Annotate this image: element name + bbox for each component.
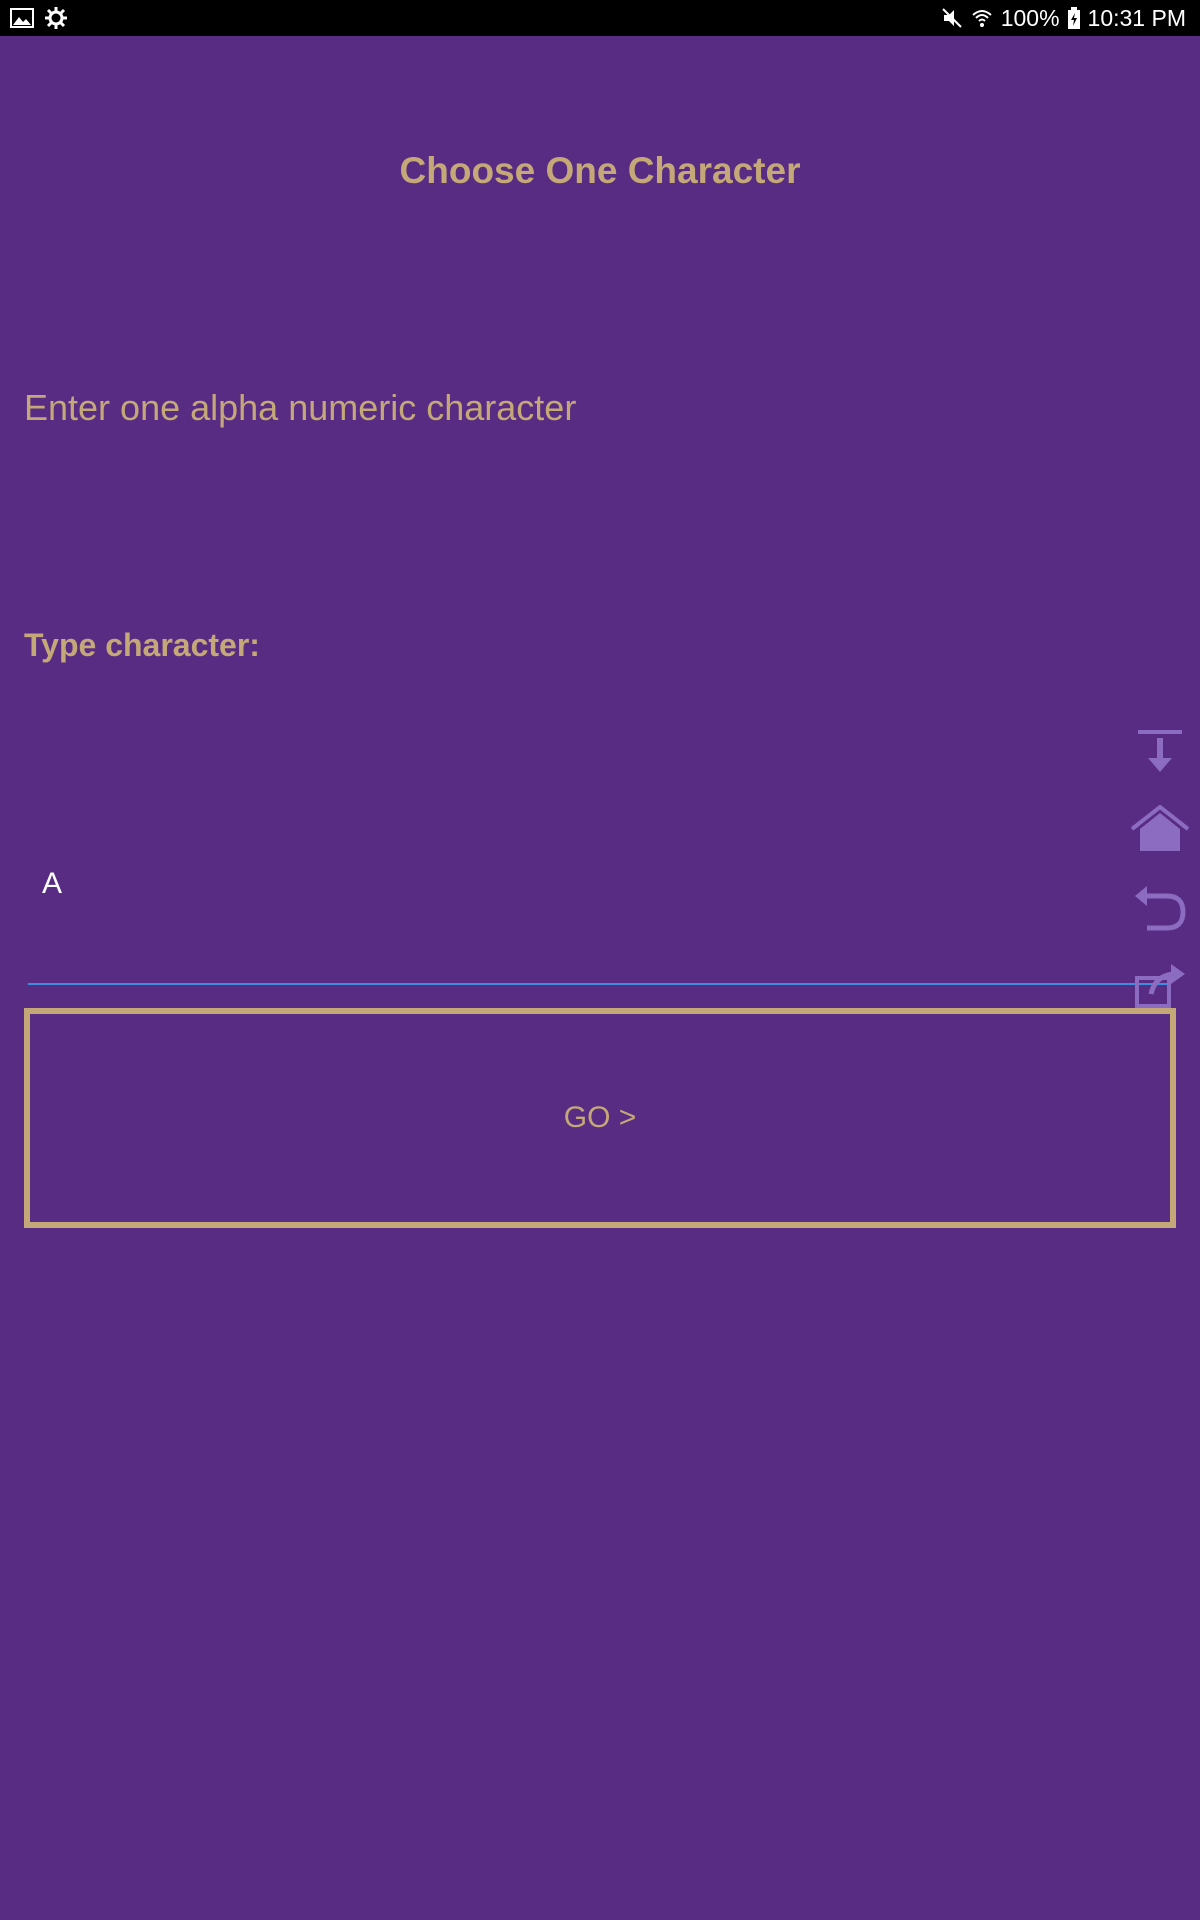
- download-icon[interactable]: [1128, 724, 1192, 780]
- type-character-label: Type character:: [24, 627, 260, 663]
- status-time: 10:31 PM: [1087, 4, 1186, 31]
- home-icon[interactable]: [1128, 802, 1192, 858]
- status-right: 100% 10:31 PM: [941, 0, 1186, 36]
- character-input-value: A: [42, 867, 63, 900]
- image-icon: [10, 8, 34, 28]
- wifi-icon: [971, 7, 993, 29]
- go-button[interactable]: GO >: [24, 1008, 1176, 1228]
- prompt-text: Enter one alpha numeric character: [24, 387, 577, 428]
- battery-charging-icon: [1067, 7, 1080, 29]
- page-title: Choose One Character: [399, 150, 801, 191]
- floating-toolbar: [1128, 724, 1192, 1014]
- share-icon[interactable]: [1128, 958, 1192, 1014]
- undo-icon[interactable]: [1128, 880, 1192, 936]
- character-input[interactable]: A: [28, 855, 1168, 985]
- settings-gear-icon: [44, 6, 68, 30]
- go-button-label: GO >: [563, 1101, 637, 1134]
- mute-icon: [941, 7, 963, 29]
- status-bar: 100% 10:31 PM: [0, 0, 1200, 36]
- battery-percent: 100%: [1000, 4, 1060, 31]
- status-left-icons: [10, 6, 68, 30]
